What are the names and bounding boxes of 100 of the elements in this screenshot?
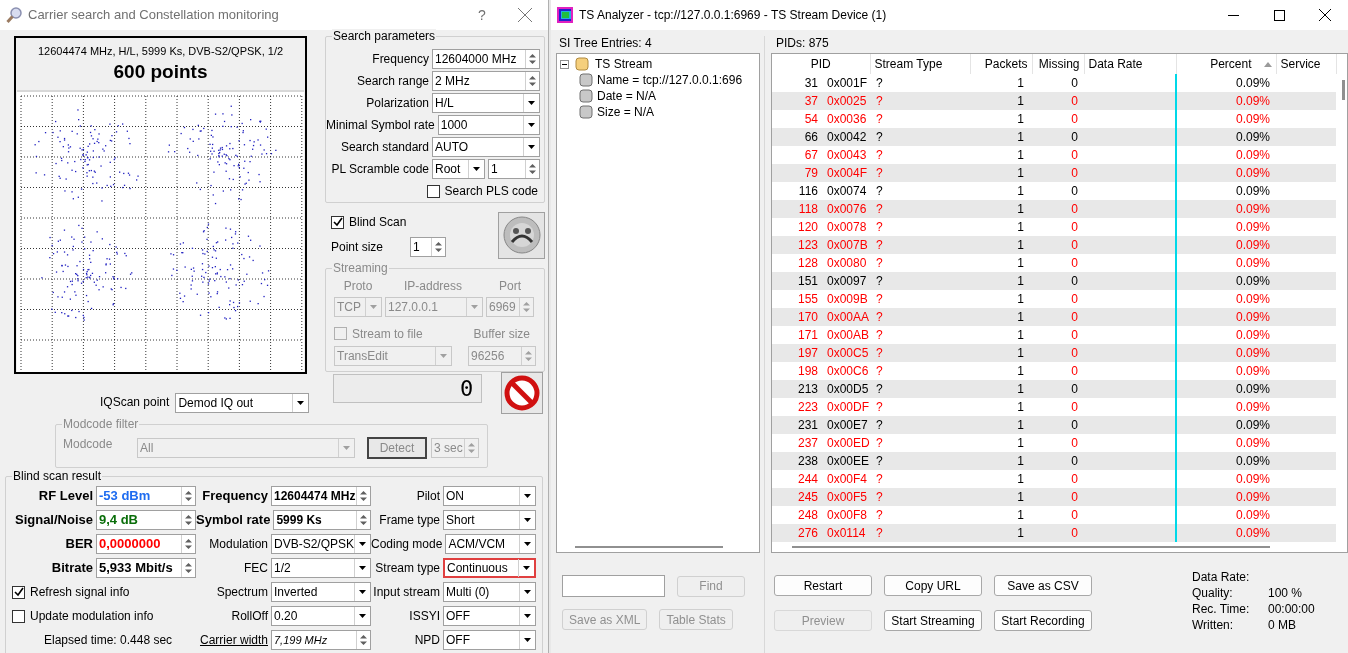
- spin-field[interactable]: 12604000 MHz: [432, 49, 540, 69]
- column-header[interactable]: PID: [810, 55, 831, 73]
- table-cell: 0.09%: [1235, 400, 1270, 414]
- table-cell: ?: [876, 436, 883, 450]
- dropdown[interactable]: Demod IQ out: [175, 393, 310, 413]
- scrollbar-thumb[interactable]: [575, 546, 723, 548]
- table-cell: 0.09%: [1235, 292, 1270, 306]
- dropdown[interactable]: ACM/VCM: [445, 534, 536, 554]
- scrollbar-thumb[interactable]: [1341, 80, 1345, 100]
- table-cell-text: 198: [796, 363, 818, 380]
- dropdown[interactable]: H/L: [432, 93, 540, 113]
- metric-label: RF Level: [38, 487, 93, 506]
- dropdown[interactable]: OFF: [443, 630, 536, 650]
- field-label: Frequency: [202, 487, 268, 506]
- help-button[interactable]: ?: [462, 4, 502, 26]
- group-title: Search parameters: [332, 29, 437, 43]
- spin-field[interactable]: 2 MHz: [432, 71, 540, 91]
- carrier-width-link[interactable]: Carrier width: [200, 631, 268, 649]
- tree-item[interactable]: Name = tcp://127.0.0.1:696: [597, 71, 743, 89]
- field-label: Coding mode: [371, 536, 443, 553]
- checkbox[interactable]: [12, 585, 25, 599]
- metric-field[interactable]: 9,4 dB: [96, 510, 196, 530]
- window-title: TS Analyzer - tcp://127.0.0.1:6969 - TS Stream Device (1): [579, 7, 888, 24]
- table-cell: 1: [1017, 310, 1024, 324]
- table-cell: 0.09%: [1235, 94, 1270, 108]
- checkbox[interactable]: [12, 609, 25, 623]
- checkbox[interactable]: [426, 184, 440, 198]
- toolbar-button[interactable]: Save as CSV: [994, 575, 1092, 596]
- table-cell: 0.09%: [1235, 346, 1270, 360]
- column-header[interactable]: Percent: [1210, 55, 1272, 73]
- metric-value: 5,933 Mbit/s: [98, 559, 174, 578]
- stop-button[interactable]: [501, 372, 543, 414]
- spin-field[interactable]: 1: [488, 159, 540, 179]
- tree-item[interactable]: Date = N/A: [597, 87, 657, 105]
- table-cell: ?: [876, 490, 883, 504]
- table-cell: 1: [1017, 526, 1024, 540]
- table-cell: 0: [1071, 274, 1078, 288]
- table-cell-text: 0x0097: [826, 273, 867, 290]
- table-cell: 0: [1071, 508, 1078, 522]
- expand-toggle[interactable]: [560, 59, 569, 69]
- spin-field[interactable]: 12604474 MHz: [271, 486, 371, 506]
- table-cell: 0: [1071, 130, 1078, 144]
- tree-item[interactable]: TS Stream: [595, 55, 653, 73]
- spin-field[interactable]: 7,199 MHz: [271, 630, 371, 650]
- toolbar-button[interactable]: Start Recording: [994, 610, 1092, 631]
- table-cell: ?: [876, 328, 883, 342]
- metric-field[interactable]: 5,933 Mbit/s: [96, 558, 196, 578]
- dropdown[interactable]: 1000: [437, 115, 540, 135]
- checkbox[interactable]: [331, 215, 344, 229]
- dropdown[interactable]: DVB-S2/QPSK: [271, 534, 371, 554]
- dropdown[interactable]: Multi (0): [443, 582, 536, 602]
- table-cell-text: 0x0114: [826, 525, 866, 542]
- table-cell: 1: [1017, 166, 1024, 180]
- checkbox-label: Refresh signal info: [30, 584, 130, 601]
- table-cell: 0: [1071, 346, 1078, 360]
- table-cell: 0.09%: [1235, 256, 1270, 270]
- field-label: Minimal Symbol rate: [326, 117, 435, 134]
- table-cell-text: 0x0043: [826, 147, 867, 164]
- spin-field[interactable]: 5999 Ks: [273, 510, 371, 530]
- scrollbar-thumb[interactable]: [792, 546, 1270, 548]
- column-header[interactable]: Service: [1280, 55, 1321, 73]
- table-cell: 0: [1071, 94, 1078, 108]
- metric-field[interactable]: 0,0000000: [96, 534, 196, 554]
- dropdown[interactable]: AUTO: [432, 137, 540, 157]
- dropdown[interactable]: Continuous: [443, 558, 536, 578]
- toolbar-button[interactable]: Restart: [774, 575, 872, 596]
- dropdown[interactable]: 0.20: [271, 606, 371, 626]
- dropdown[interactable]: Short: [443, 510, 536, 530]
- table-cell: 0: [1071, 184, 1078, 198]
- table-cell: 1: [1017, 346, 1024, 360]
- node-icon: [579, 89, 593, 103]
- spin-field[interactable]: 1: [410, 237, 447, 258]
- metric-label: BER: [65, 535, 93, 554]
- column-header[interactable]: Stream Type: [874, 55, 943, 73]
- dropdown[interactable]: 1/2: [271, 558, 371, 578]
- dropdown[interactable]: Inverted: [271, 582, 371, 602]
- table-cell-text: 238: [796, 453, 818, 470]
- dropdown[interactable]: ON: [443, 486, 536, 506]
- table-cell-text: 120: [796, 219, 818, 236]
- dropdown[interactable]: Root: [432, 159, 485, 179]
- dropdown[interactable]: OFF: [443, 606, 536, 626]
- table-cell: 0: [1071, 418, 1078, 432]
- stat-value: 0 MB: [1268, 617, 1297, 633]
- tree-item[interactable]: Size = N/A: [597, 103, 655, 121]
- app-icon: [557, 7, 573, 23]
- metric-field[interactable]: -53 dBm: [96, 486, 196, 506]
- counter-display: 0: [333, 374, 483, 403]
- metric-label: Signal/Noise: [14, 511, 93, 530]
- table-cell-text: 213: [796, 381, 818, 398]
- column-header[interactable]: Missing: [1038, 55, 1080, 73]
- column-header[interactable]: Packets: [984, 55, 1028, 73]
- toolbar-button[interactable]: Start Streaming: [884, 610, 982, 631]
- stat-label: Rec. Time:: [1192, 601, 1251, 617]
- column-header[interactable]: Data Rate: [1088, 55, 1143, 73]
- table-cell: 0.09%: [1235, 508, 1270, 522]
- search-field[interactable]: [562, 575, 665, 597]
- toolbar-button[interactable]: Copy URL: [884, 575, 982, 596]
- logo-button[interactable]: [498, 211, 545, 259]
- stat-label: Data Rate:: [1192, 569, 1251, 585]
- field-label: Modulation: [209, 536, 268, 553]
